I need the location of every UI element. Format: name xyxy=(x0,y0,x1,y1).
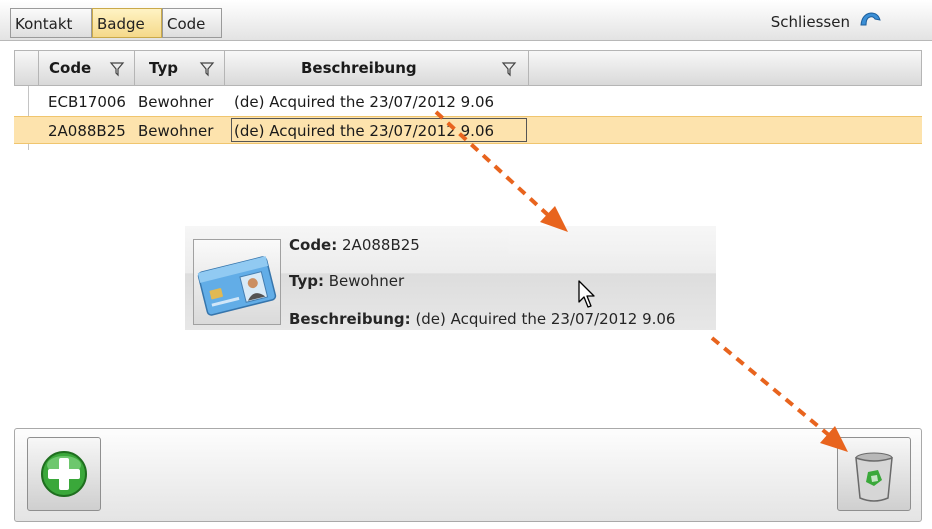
drag-beschreibung-label: Beschreibung: xyxy=(289,310,411,328)
cell-typ: Bewohner xyxy=(138,93,214,111)
cell-code: ECB17006 xyxy=(48,93,126,111)
grid-header: Code Typ Beschreibung xyxy=(14,50,922,86)
column-code-label: Code xyxy=(49,59,92,77)
drag-code-line: Code: 2A088B25 xyxy=(289,236,420,254)
drag-typ-label: Typ: xyxy=(289,272,324,290)
cell-beschreibung[interactable]: (de) Acquired the 23/07/2012 9.06 xyxy=(230,117,528,143)
close-button[interactable]: Schliessen xyxy=(771,10,882,34)
trash-icon xyxy=(838,452,910,514)
column-header-beschreibung[interactable]: Beschreibung xyxy=(225,51,529,85)
cell-beschreibung: (de) Acquired the 23/07/2012 9.06 xyxy=(234,93,495,111)
badge-window: Kontakt Badge Code Schliessen Code Typ B… xyxy=(0,0,932,529)
bottom-toolbar xyxy=(14,428,922,522)
tab-bar: Kontakt Badge Code Schliessen xyxy=(0,0,932,41)
close-label: Schliessen xyxy=(770,13,850,31)
drag-code-value: 2A088B25 xyxy=(342,236,420,254)
plus-icon xyxy=(28,451,100,514)
drag-typ-line: Typ: Bewohner xyxy=(289,272,404,290)
drag-beschreibung-line: Beschreibung: (de) Acquired the 23/07/20… xyxy=(289,310,675,328)
row-selector-header xyxy=(15,51,39,85)
drag-code-label: Code: xyxy=(289,236,338,254)
table-row-selected[interactable]: 2A088B25 Bewohner (de) Acquired the 23/0… xyxy=(14,116,922,144)
column-typ-label: Typ xyxy=(149,59,178,77)
tab-kontakt[interactable]: Kontakt xyxy=(10,8,92,38)
drag-beschreibung-value: (de) Acquired the 23/07/2012 9.06 xyxy=(415,310,676,328)
add-button[interactable] xyxy=(27,437,101,511)
column-beschreibung-label: Beschreibung xyxy=(301,59,417,77)
table-row[interactable]: ECB17006 Bewohner (de) Acquired the 23/0… xyxy=(14,88,922,116)
tab-code[interactable]: Code xyxy=(162,8,222,38)
tab-badge[interactable]: Badge xyxy=(92,8,162,38)
drag-preview[interactable]: Code: 2A088B25 Typ: Bewohner Beschreibun… xyxy=(185,226,716,330)
id-card-icon xyxy=(193,239,281,325)
close-icon xyxy=(858,10,882,35)
column-header-code[interactable]: Code xyxy=(39,51,135,85)
filter-icon[interactable] xyxy=(109,51,125,85)
cell-typ: Bewohner xyxy=(138,122,214,140)
drag-typ-value: Bewohner xyxy=(328,272,405,290)
filter-icon[interactable] xyxy=(501,51,517,85)
cell-code: 2A088B25 xyxy=(48,122,126,140)
filter-icon[interactable] xyxy=(199,51,215,85)
delete-button[interactable] xyxy=(837,437,911,511)
badge-grid: Code Typ Beschreibung ECB17006 Bewohner … xyxy=(14,50,922,150)
column-header-typ[interactable]: Typ xyxy=(135,51,225,85)
mouse-cursor-icon xyxy=(578,280,598,314)
